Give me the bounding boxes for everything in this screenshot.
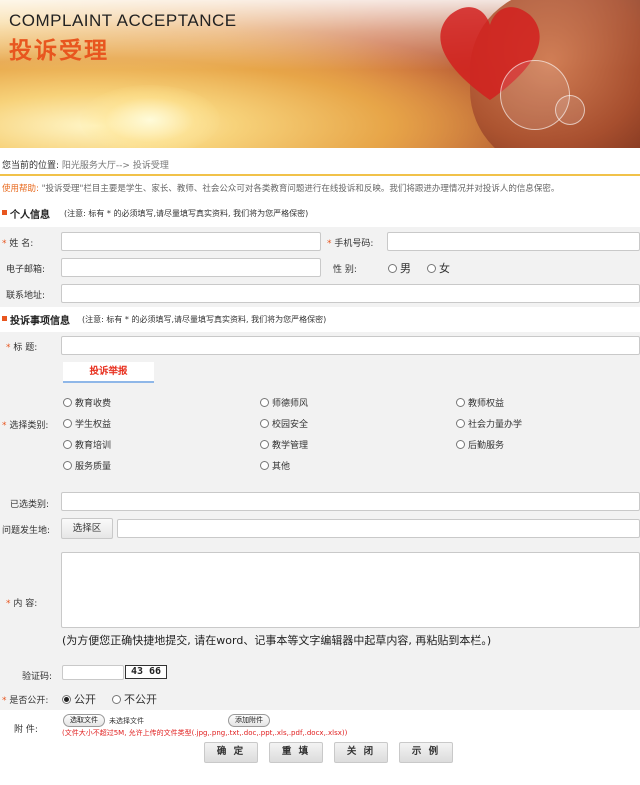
email-input[interactable] xyxy=(61,258,321,277)
help-text: 使用帮助: "投诉受理"栏目主要是学生、家长、教师、社会公众可对各类教育问题进行… xyxy=(2,182,559,194)
selected-category-field xyxy=(61,492,640,511)
close-button[interactable]: 关 闭 xyxy=(334,742,388,763)
category-label: * 选择类别: xyxy=(2,421,49,431)
category-option[interactable]: 教师权益 xyxy=(456,396,504,409)
name-label: * 姓 名: xyxy=(2,239,34,249)
choose-file-button[interactable]: 选取文件 xyxy=(63,714,105,727)
public-label: * 是否公开: xyxy=(2,696,49,706)
example-button[interactable]: 示 例 xyxy=(399,742,453,763)
reset-button[interactable]: 重 填 xyxy=(269,742,323,763)
content-hint: (为方便您正确快捷地提交, 请在word、记事本等文字编辑器中起草内容, 再粘贴… xyxy=(62,634,492,647)
breadcrumb: 您当前的位置: 阳光服务大厅--> 投诉受理 xyxy=(0,150,640,176)
category-option[interactable]: 教育收费 xyxy=(63,396,111,409)
public-yes-radio[interactable]: 公开 xyxy=(62,691,96,707)
category-option[interactable]: 校园安全 xyxy=(260,417,308,430)
confirm-button[interactable]: 确 定 xyxy=(204,742,258,763)
attachment-label: 附 件: xyxy=(14,725,38,735)
personal-section-note: (注意: 标有 * 的必须填写,请尽量填写真实资料, 我们将为您严格保密) xyxy=(64,209,309,218)
add-attachment-button[interactable]: 添加附件 xyxy=(228,714,270,727)
captcha-image[interactable]: 43 66 xyxy=(125,665,167,679)
location-label: 问题发生地: xyxy=(2,526,51,536)
breadcrumb-path[interactable]: 阳光服务大厅--> 投诉受理 xyxy=(62,161,169,171)
category-option[interactable]: 后勤服务 xyxy=(456,438,504,451)
name-input[interactable] xyxy=(61,232,321,251)
location-input[interactable] xyxy=(117,519,640,538)
email-label: 电子邮箱: xyxy=(6,265,46,275)
gender-label: 性 别: xyxy=(333,265,357,275)
gender-male-radio[interactable]: 男 xyxy=(388,260,411,276)
breadcrumb-label: 您当前的位置: xyxy=(2,161,60,171)
category-option[interactable]: 社会力量办学 xyxy=(456,417,522,430)
file-type-note: (文件大小不超过5M, 允许上传的文件类型(.jpg,.png,.txt,.do… xyxy=(62,729,348,737)
category-option[interactable]: 教学管理 xyxy=(260,438,308,451)
phone-label: * 手机号码: xyxy=(327,239,374,249)
tab-complaint-report[interactable]: 投诉举报 xyxy=(63,362,154,383)
category-option[interactable]: 教育培训 xyxy=(63,438,111,451)
subject-input[interactable] xyxy=(61,336,640,355)
phone-input[interactable] xyxy=(387,232,640,251)
lens-flare xyxy=(555,95,585,125)
captcha-label: 验证码: xyxy=(22,672,53,682)
help-key: 使用帮助: xyxy=(2,184,39,194)
no-file-text: 未选择文件 xyxy=(109,717,144,725)
subject-label: * 标 题: xyxy=(6,343,38,353)
personal-section-header: 个人信息 (注意: 标有 * 的必须填写,请尽量填写真实资料, 我们将为您严格保… xyxy=(0,204,640,224)
banner-title-en: COMPLAINT ACCEPTANCE xyxy=(9,11,237,30)
category-option[interactable]: 学生权益 xyxy=(63,417,111,430)
category-option[interactable]: 其他 xyxy=(260,459,290,472)
complaint-section-title: 投诉事项信息 xyxy=(10,316,70,327)
public-no-radio[interactable]: 不公开 xyxy=(112,691,157,707)
gender-female-radio[interactable]: 女 xyxy=(427,260,450,276)
personal-section-title: 个人信息 xyxy=(10,210,50,221)
category-option[interactable]: 服务质量 xyxy=(63,459,111,472)
complaint-section-header: 投诉事项信息 (注意: 标有 * 的必须填写,请尽量填写真实资料, 我们将为您严… xyxy=(0,310,640,330)
banner: COMPLAINT ACCEPTANCE 投诉受理 xyxy=(0,0,640,148)
selected-category-label: 已选类别: xyxy=(10,500,50,510)
section-marker-icon xyxy=(2,210,7,215)
captcha-input[interactable] xyxy=(62,665,124,680)
section-marker-icon xyxy=(2,316,7,321)
address-input[interactable] xyxy=(61,284,640,303)
address-label: 联系地址: xyxy=(6,291,46,301)
sunlight-glow xyxy=(80,85,220,148)
help-body: "投诉受理"栏目主要是学生、家长、教师、社会公众可对各类教育问题进行在线投诉和反… xyxy=(41,184,560,194)
select-district-button[interactable]: 选择区 xyxy=(61,518,113,539)
complaint-section-note: (注意: 标有 * 的必须填写,请尽量填写真实资料, 我们将为您严格保密) xyxy=(82,315,327,324)
content-label: * 内 容: xyxy=(6,599,38,609)
banner-title-cn: 投诉受理 xyxy=(9,38,109,64)
content-textarea[interactable] xyxy=(61,552,640,628)
category-option[interactable]: 师德师风 xyxy=(260,396,308,409)
